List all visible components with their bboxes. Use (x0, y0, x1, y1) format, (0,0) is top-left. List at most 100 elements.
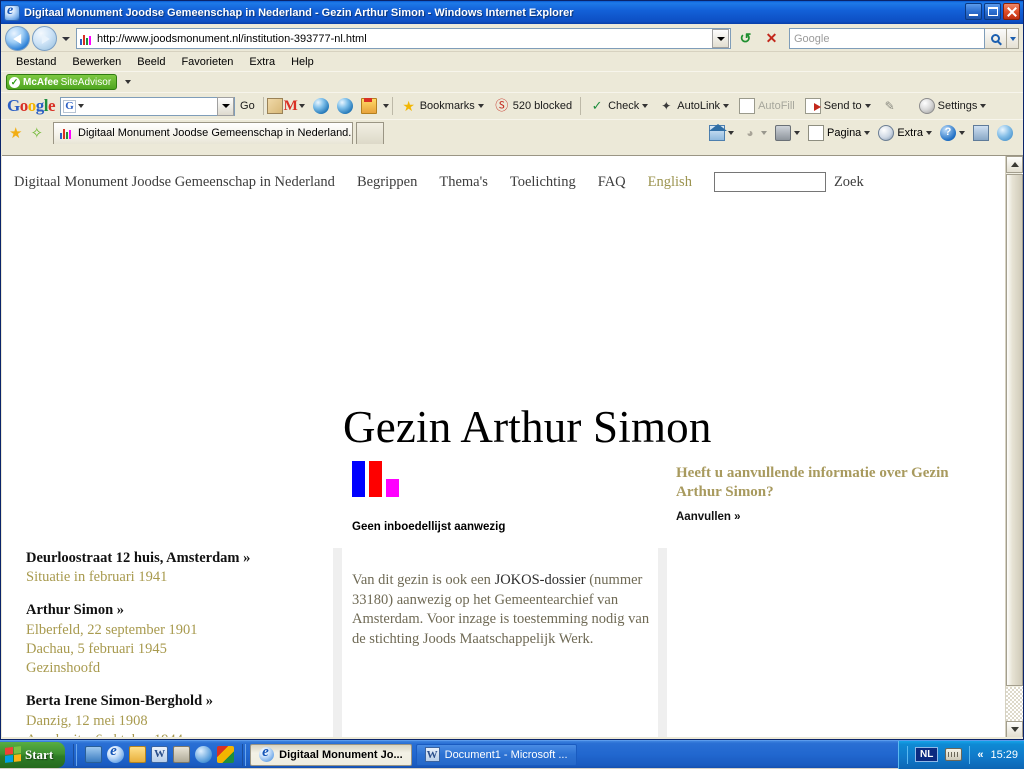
word-icon[interactable]: W (151, 746, 168, 763)
ie-icon (259, 747, 274, 762)
google-blocked-button[interactable]: Ⓢ 520 blocked (489, 98, 577, 114)
address-link[interactable]: Deurloostraat 12 huis, Amsterdam » (26, 549, 326, 568)
taskbar-button-word[interactable]: W Document1 - Microsoft ... (416, 744, 577, 766)
nav-item-faq[interactable]: FAQ (598, 174, 626, 191)
tools-menu-button[interactable]: Extra (874, 125, 936, 141)
maximize-button[interactable] (984, 3, 1001, 20)
expand-tray-icon[interactable]: « (977, 749, 983, 761)
scroll-up-button[interactable] (1006, 156, 1023, 173)
print-icon (775, 125, 791, 141)
folder-icon[interactable] (129, 746, 146, 763)
language-indicator[interactable]: NL (915, 747, 938, 762)
menu-item-bewerken[interactable]: Bewerken (64, 55, 129, 69)
menu-item-favorieten[interactable]: Favorieten (173, 55, 241, 69)
history-dropdown-icon[interactable] (62, 37, 70, 41)
new-tab-button[interactable] (356, 122, 384, 144)
google-icon[interactable] (217, 746, 234, 763)
share-icon[interactable] (361, 98, 377, 114)
google-blocked-label: 520 blocked (513, 100, 572, 112)
refresh-button[interactable]: ↺ (734, 28, 757, 50)
internet-explorer-icon[interactable] (107, 746, 124, 763)
start-button[interactable]: Start (0, 742, 65, 768)
google-go-button[interactable]: Go (235, 100, 260, 112)
google-autofill-button[interactable]: AutoFill (734, 98, 800, 114)
google-autolink-button[interactable]: ✦ AutoLink (653, 98, 734, 114)
home-button[interactable] (705, 125, 738, 141)
globe-icon-1[interactable] (313, 98, 329, 114)
keyboard-icon[interactable] (945, 748, 962, 761)
search-input[interactable]: Google (789, 28, 985, 49)
tab-bar: ★ ✧ Digitaal Monument Joodse Gemeenschap… (1, 119, 1023, 145)
network-icon[interactable] (195, 746, 212, 763)
forward-button[interactable] (32, 26, 57, 51)
menu-item-help[interactable]: Help (283, 55, 322, 69)
nav-item-toelichting[interactable]: Toelichting (510, 174, 576, 191)
scrollbar-track[interactable] (1006, 687, 1023, 721)
mcafee-siteadvisor-button[interactable]: ✓ McAfee SiteAdvisor (6, 74, 117, 90)
page-chevron-down-icon (864, 131, 870, 135)
rss-icon: ◕ (742, 125, 758, 141)
check-icon: ✓ (9, 77, 20, 88)
show-desktop-icon[interactable] (85, 746, 102, 763)
nav-item-themas[interactable]: Thema's (439, 174, 488, 191)
research-button[interactable] (969, 125, 993, 141)
nav-item-home[interactable]: Digitaal Monument Joodse Gemeenschap in … (14, 174, 335, 191)
print-icon[interactable] (173, 746, 190, 763)
help-button[interactable]: ? (936, 125, 969, 141)
list-item: Berta Irene Simon-Berghold » Danzig, 12 … (26, 692, 326, 738)
close-button[interactable] (1003, 3, 1020, 20)
google-search-input[interactable]: G (60, 97, 235, 116)
messenger-icon (997, 125, 1013, 141)
start-label: Start (25, 747, 53, 763)
google-sendto-button[interactable]: Send to (800, 98, 876, 114)
word-icon: W (425, 747, 440, 762)
messenger-button[interactable] (993, 125, 1017, 141)
nav-item-begrippen[interactable]: Begrippen (357, 174, 417, 191)
vertical-scrollbar[interactable] (1005, 156, 1022, 738)
scroll-down-button[interactable] (1006, 721, 1023, 738)
google-check-button[interactable]: ✓ Check (584, 98, 653, 114)
favorites-star-icon[interactable]: ★ (9, 124, 22, 142)
add-favorite-icon[interactable]: ✧ (30, 124, 43, 142)
menu-item-bestand[interactable]: Bestand (8, 55, 64, 69)
title-bar: Digitaal Monument Joodse Gemeenschap in … (1, 1, 1023, 24)
minimize-button[interactable] (965, 3, 982, 20)
search-provider-dropdown-icon[interactable] (1007, 28, 1019, 49)
browser-tab-active[interactable]: Digitaal Monument Joodse Gemeenschap in … (53, 122, 353, 144)
pencil-icon[interactable]: ✎ (882, 98, 898, 114)
taskbar-button-browser[interactable]: Digitaal Monument Jo... (250, 744, 411, 766)
mcafee-chevron-down-icon[interactable] (125, 80, 131, 84)
person-link[interactable]: Arthur Simon » (26, 601, 326, 620)
google-search-chevron-icon[interactable] (78, 104, 84, 108)
google-autolink-label: AutoLink (677, 100, 720, 112)
site-search-input[interactable] (714, 172, 826, 192)
print-button[interactable] (771, 125, 804, 141)
menu-item-extra[interactable]: Extra (241, 55, 283, 69)
contribute-heading: Heeft u aanvullende informatie over Gezi… (676, 464, 976, 502)
person-link[interactable]: Berta Irene Simon-Berghold » (26, 692, 326, 711)
site-search-button[interactable]: Zoek (834, 174, 864, 191)
menu-item-beeld[interactable]: Beeld (129, 55, 173, 69)
back-button[interactable] (5, 26, 30, 51)
gmail-icon[interactable]: M (283, 98, 299, 114)
google-settings-button[interactable]: Settings (914, 98, 992, 114)
globe-icon-2[interactable] (337, 98, 353, 114)
gmail-chevron-down-icon[interactable] (299, 104, 305, 108)
highlight-icon[interactable] (267, 98, 283, 114)
scrollbar-thumb[interactable] (1006, 174, 1023, 686)
nav-item-english[interactable]: English (648, 174, 692, 191)
google-bookmarks-button[interactable]: ★ Bookmarks (396, 98, 489, 114)
google-badge-icon: G (63, 100, 76, 113)
search-go-button[interactable] (985, 28, 1007, 49)
system-tray: NL « 15:29 (898, 741, 1024, 769)
page-menu-button[interactable]: Pagina (804, 125, 874, 141)
clock[interactable]: 15:29 (990, 749, 1018, 761)
contribute-link[interactable]: Aanvullen » (676, 511, 976, 523)
share-chevron-down-icon[interactable] (383, 104, 389, 108)
url-dropdown-icon[interactable] (712, 29, 729, 48)
google-search-dropdown-icon[interactable] (217, 97, 234, 116)
toolbar-divider (263, 97, 264, 115)
feeds-button[interactable]: ◕ (738, 125, 771, 141)
stop-button[interactable]: ✕ (760, 28, 783, 50)
url-input[interactable]: http://www.joodsmonument.nl/institution-… (76, 28, 731, 49)
